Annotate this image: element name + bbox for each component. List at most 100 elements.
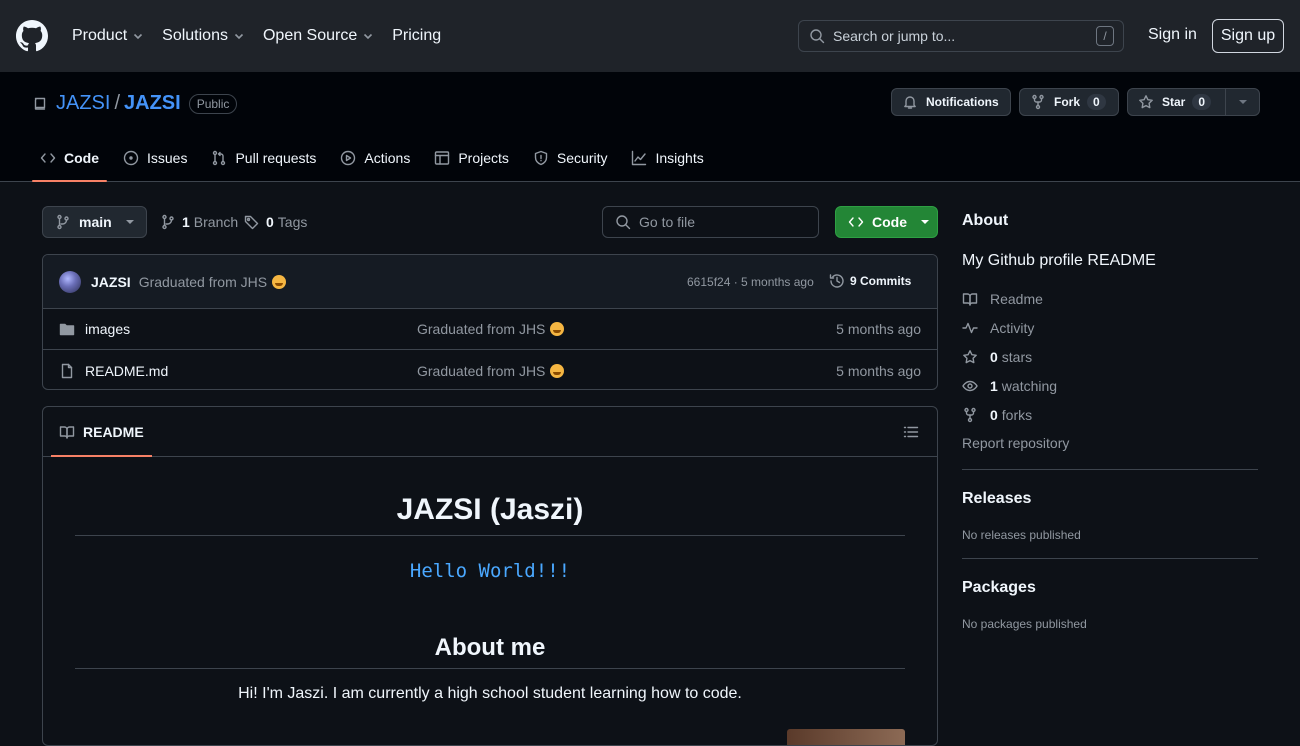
- repo-tabs: Code Issues Pull requests Actions Projec…: [32, 142, 720, 182]
- activity-link[interactable]: Activity: [962, 313, 1258, 342]
- code-icon: [848, 217, 864, 227]
- search-placeholder: Search or jump to...: [833, 28, 956, 44]
- file-name[interactable]: images: [85, 321, 130, 337]
- code-icon: [40, 153, 56, 163]
- go-to-file-input[interactable]: Go to file: [602, 206, 819, 238]
- notifications-button[interactable]: Notifications: [891, 88, 1011, 116]
- tab-projects[interactable]: Projects: [426, 142, 517, 174]
- sign-in-link[interactable]: Sign in: [1148, 26, 1197, 44]
- stars-link[interactable]: 0 stars: [962, 342, 1258, 371]
- issue-icon: [123, 150, 139, 166]
- tab-security[interactable]: Security: [525, 142, 616, 174]
- releases-heading[interactable]: Releases: [962, 490, 1258, 508]
- readme-header: README: [43, 407, 937, 457]
- chevron-down-icon: [364, 33, 373, 40]
- branch-selector[interactable]: main: [42, 206, 147, 238]
- report-repository-link[interactable]: Report repository: [962, 429, 1258, 458]
- github-logo-icon[interactable]: [16, 20, 48, 52]
- history-icon: [829, 274, 844, 288]
- search-icon: [810, 29, 825, 44]
- folder-icon: [59, 323, 75, 336]
- file-icon: [61, 363, 73, 378]
- eye-icon: [962, 380, 978, 391]
- fork-icon: [1032, 94, 1044, 110]
- table-icon: [435, 151, 450, 165]
- readme-paragraph: Hi! I'm Jaszi. I am currently a high sch…: [238, 685, 742, 702]
- nav-solutions[interactable]: Solutions: [162, 24, 245, 48]
- global-header: Product Solutions Open Source Pricing Se…: [0, 0, 1300, 72]
- caret-down-icon: [1238, 100, 1247, 104]
- main-nav: Product Solutions Open Source Pricing: [72, 24, 459, 48]
- file-commit-message[interactable]: Graduated from JHS: [417, 321, 565, 337]
- branch-icon: [57, 214, 69, 230]
- star-count: 0: [1192, 94, 1212, 110]
- table-row[interactable]: images Graduated from JHS 5 months ago: [43, 309, 937, 350]
- star-button[interactable]: Star 0: [1127, 88, 1260, 116]
- divider: [962, 469, 1258, 470]
- file-table: JAZSI Graduated from JHS 6615f24 · 5 mon…: [42, 254, 938, 390]
- tags-link[interactable]: 0 Tags: [244, 214, 307, 230]
- file-commit-message[interactable]: Graduated from JHS: [417, 363, 565, 379]
- commit-message[interactable]: Graduated from JHS: [139, 274, 287, 290]
- readme-panel: README JAZSI (Jaszi) Hello World!!! Abou…: [42, 406, 938, 746]
- list-icon[interactable]: [903, 424, 919, 440]
- branches-link[interactable]: 1 Branch: [160, 214, 238, 230]
- tab-issues[interactable]: Issues: [115, 142, 195, 174]
- readme-tab[interactable]: README: [51, 407, 152, 457]
- watching-link[interactable]: 1 watching: [962, 371, 1258, 400]
- emoji-icon: [272, 274, 287, 289]
- packages-heading[interactable]: Packages: [962, 579, 1258, 597]
- commit-author[interactable]: JAZSI: [91, 274, 131, 290]
- table-row[interactable]: README.md Graduated from JHS 5 months ag…: [43, 350, 937, 389]
- about-description: My Github profile README: [962, 252, 1156, 269]
- search-shortcut-key: /: [1096, 26, 1114, 46]
- repo-separator: /: [114, 92, 121, 114]
- emoji-icon: [550, 363, 565, 378]
- readme-link[interactable]: Readme: [962, 284, 1258, 313]
- bell-icon: [904, 96, 916, 109]
- code-dropdown-button[interactable]: Code: [835, 206, 938, 238]
- about-sidebar: About My Github profile README Readme Ac…: [962, 212, 1258, 631]
- readme-content: JAZSI (Jaszi) Hello World!!! About me Hi…: [43, 457, 937, 703]
- tab-pull-requests[interactable]: Pull requests: [203, 142, 324, 174]
- releases-empty: No releases published: [962, 528, 1081, 542]
- avatar[interactable]: [59, 270, 81, 293]
- book-icon: [962, 292, 978, 306]
- pull-request-icon: [213, 150, 226, 166]
- latest-commit-row: JAZSI Graduated from JHS 6615f24 · 5 mon…: [43, 255, 937, 309]
- nav-open-source[interactable]: Open Source: [263, 24, 374, 48]
- fork-button[interactable]: Fork 0: [1019, 88, 1119, 116]
- readme-heading: JAZSI (Jaszi): [75, 457, 905, 536]
- repo-owner-link[interactable]: JAZSI: [56, 92, 110, 115]
- tag-icon: [244, 215, 259, 230]
- tab-code[interactable]: Code: [32, 142, 107, 182]
- nav-product[interactable]: Product: [72, 24, 144, 48]
- caret-down-icon: [125, 220, 134, 224]
- repo-name-link[interactable]: JAZSI: [124, 92, 181, 115]
- packages-empty: No packages published: [962, 617, 1087, 631]
- forks-link[interactable]: 0 forks: [962, 400, 1258, 429]
- global-search-input[interactable]: Search or jump to... /: [798, 20, 1124, 52]
- repo-title: JAZSI / JAZSI Public: [32, 92, 238, 115]
- divider: [962, 558, 1258, 559]
- readme-subheading: About me: [75, 634, 905, 669]
- fork-count: 0: [1087, 94, 1106, 110]
- branch-icon: [162, 214, 174, 230]
- fork-icon: [964, 407, 976, 422]
- search-icon: [616, 215, 631, 230]
- tab-insights[interactable]: Insights: [623, 142, 711, 174]
- sign-up-button[interactable]: Sign up: [1212, 19, 1284, 53]
- repo-icon: [34, 97, 46, 110]
- commits-link[interactable]: 9 Commits: [829, 273, 911, 289]
- tab-actions[interactable]: Actions: [332, 142, 418, 174]
- file-age: 5 months ago: [836, 321, 921, 337]
- visibility-badge: Public: [188, 93, 238, 114]
- chevron-down-icon: [134, 33, 143, 40]
- star-dropdown-button[interactable]: [1225, 89, 1259, 115]
- nav-pricing[interactable]: Pricing: [392, 24, 441, 48]
- emoji-icon: [550, 322, 565, 336]
- about-links: Readme Activity 0 stars 1 watching 0 for…: [962, 284, 1258, 458]
- readme-code-line: Hello World!!!: [409, 560, 571, 582]
- chevron-down-icon: [234, 33, 244, 40]
- file-name[interactable]: README.md: [85, 363, 168, 379]
